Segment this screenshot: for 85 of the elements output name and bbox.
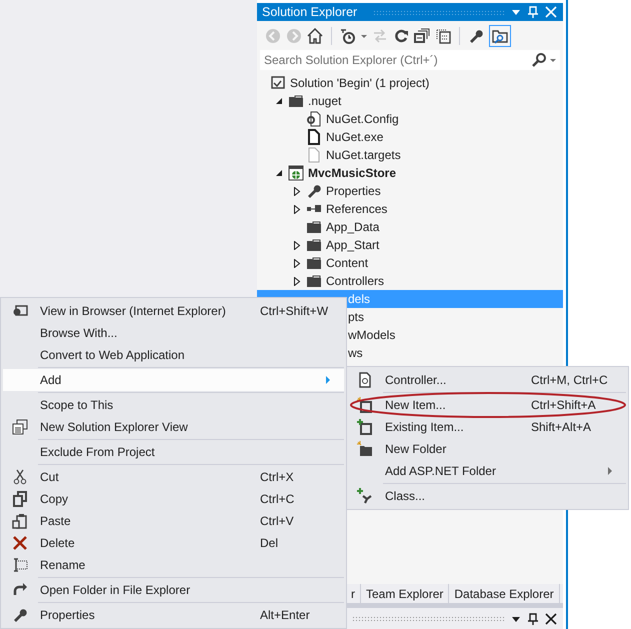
sync-icon	[372, 28, 388, 44]
file-icon	[306, 129, 322, 145]
class-icon	[357, 488, 373, 504]
tree-item[interactable]: App_Data	[257, 218, 563, 236]
menu-item[interactable]: Add	[3, 369, 344, 391]
search-icon	[532, 52, 548, 68]
menu-item[interactable]: Open Folder in File Explorer	[3, 579, 344, 601]
tree-item[interactable]: App_Start	[257, 236, 563, 254]
folder-icon	[306, 237, 322, 253]
menu-item[interactable]: Copy Ctrl+C	[3, 488, 344, 510]
shortcut-text: Ctrl+X	[260, 470, 295, 484]
history-icon	[340, 28, 356, 44]
menu-item[interactable]: Browse With...	[3, 322, 344, 344]
show-all-files-icon	[435, 28, 451, 44]
clipboard-icon	[12, 513, 28, 529]
delete-icon	[12, 535, 28, 551]
new-folder-icon	[357, 441, 373, 457]
folder-icon	[306, 255, 322, 271]
menu-item[interactable]: Class...	[349, 485, 626, 507]
dropdown-icon	[511, 7, 521, 17]
menu-item[interactable]: New Solution Explorer View	[3, 416, 344, 438]
menu-item[interactable]: New Folder	[349, 438, 626, 460]
tree-item[interactable]: NuGet.exe	[257, 128, 563, 146]
file-icon	[306, 147, 322, 163]
new-item-icon	[357, 397, 373, 413]
close-icon	[545, 612, 557, 624]
wrench-icon	[306, 183, 322, 199]
wrench-icon	[468, 28, 484, 44]
search-field[interactable]: Search Solution Explorer (Ctrl+´)	[260, 50, 532, 70]
panel-title: Solution Explorer	[262, 5, 358, 19]
shortcut-text: Ctrl+M, Ctrl+C	[531, 373, 608, 387]
refresh-icon	[393, 28, 409, 44]
shortcut-text: Shift+Alt+A	[531, 420, 592, 434]
tree-item[interactable]: Controllers	[257, 272, 563, 290]
menu-item[interactable]: New Item... Ctrl+Shift+A	[349, 394, 626, 416]
back-icon	[265, 28, 281, 44]
solution-icon	[270, 75, 286, 91]
tree-item[interactable]: .nuget	[257, 92, 563, 110]
tree-item[interactable]: Properties	[257, 182, 563, 200]
collapse-all-icon	[414, 28, 430, 44]
menu-item[interactable]: Delete Del	[3, 532, 344, 554]
tree-item[interactable]: NuGet.targets	[257, 146, 563, 164]
shortcut-text: Ctrl+V	[260, 514, 295, 528]
menu-item[interactable]: Cut Ctrl+X	[3, 466, 344, 488]
shortcut-text: Ctrl+C	[260, 492, 296, 506]
pin-icon	[527, 612, 539, 624]
web-project-icon	[288, 165, 304, 181]
dropdown-icon	[550, 58, 556, 62]
menu-item[interactable]: Existing Item... Shift+Alt+A	[349, 416, 626, 438]
folder-icon	[306, 219, 322, 235]
menu-item[interactable]: Convert to Web Application	[3, 344, 344, 366]
redo-arrow-icon	[12, 582, 28, 598]
scissors-icon	[12, 469, 28, 485]
shortcut-text: Alt+Enter	[260, 608, 311, 622]
home-icon	[307, 28, 323, 44]
controller-file-icon	[357, 372, 373, 388]
menu-item[interactable]: Scope to This	[3, 394, 344, 416]
config-file-icon	[306, 111, 322, 127]
windows-icon	[12, 419, 28, 435]
copy-icon	[12, 491, 28, 507]
folder-search-icon	[492, 28, 508, 44]
pin-icon	[527, 6, 539, 18]
forward-icon	[286, 28, 302, 44]
folder-icon	[306, 273, 322, 289]
menu-item[interactable]: Rename	[3, 554, 344, 576]
folder-search-button[interactable]	[489, 25, 511, 47]
folder-icon	[288, 93, 304, 109]
wrench-icon	[12, 607, 28, 623]
menu-item[interactable]: Controller... Ctrl+M, Ctrl+C	[349, 369, 626, 391]
add-item-icon	[357, 419, 373, 435]
menu-item[interactable]: Exclude From Project	[3, 441, 344, 463]
close-icon	[545, 6, 557, 18]
menu-item[interactable]: Paste Ctrl+V	[3, 510, 344, 532]
menu-item[interactable]: Properties Alt+Enter	[3, 604, 344, 626]
tree-item[interactable]: Solution 'Begin' (1 project)	[257, 74, 563, 92]
shortcut-text: Ctrl+Shift+A	[531, 398, 597, 412]
tree-item[interactable]: MvcMusicStore	[257, 164, 563, 182]
caret-icon	[361, 34, 367, 38]
tree-item[interactable]: NuGet.Config	[257, 110, 563, 128]
tree-item[interactable]: Content	[257, 254, 563, 272]
rename-icon	[12, 557, 28, 573]
menu-item[interactable]: Add ASP.NET Folder	[349, 460, 626, 482]
tree-item[interactable]: References	[257, 200, 563, 218]
shortcut-text: Del	[260, 536, 280, 550]
browser-icon	[12, 303, 28, 319]
